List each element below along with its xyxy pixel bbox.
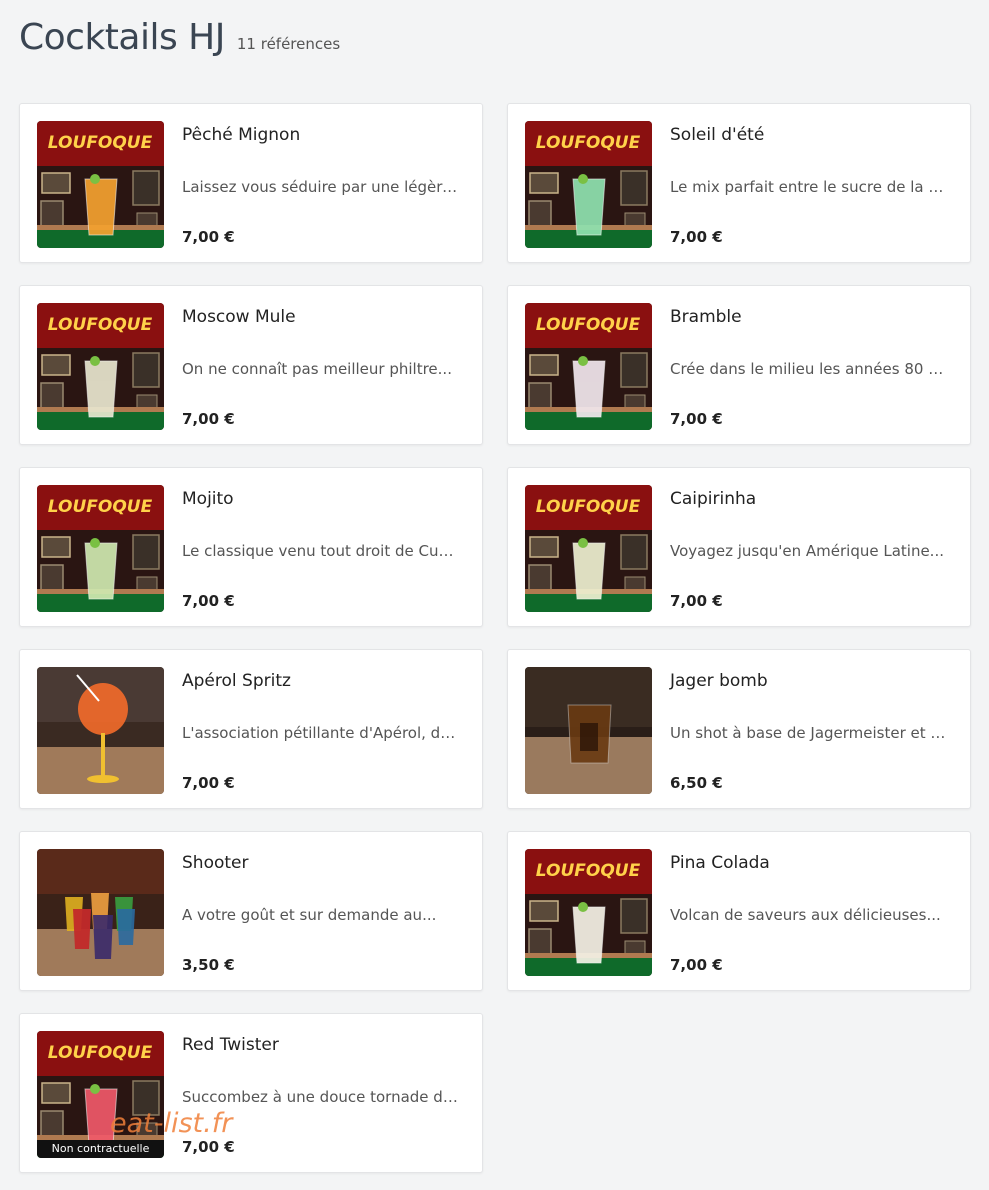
product-name: Pêché Mignon [182,125,301,145]
product-image[interactable]: LOUFOQUE [37,485,164,612]
svg-text:LOUFOQUE: LOUFOQUE [536,861,641,881]
product-card[interactable]: LOUFOQUE Caipirinha Voyagez jusqu'en Amé… [507,467,971,627]
product-name: Pina Colada [670,853,770,873]
product-card[interactable]: Apérol Spritz L'association pétillante d… [19,649,483,809]
product-price: 7,00 € [670,410,723,428]
product-description: L'association pétillante d'Apérol, de... [182,724,462,742]
product-description: Succombez à une douce tornade de... [182,1088,462,1106]
product-name: Red Twister [182,1035,279,1055]
product-name: Mojito [182,489,234,509]
product-card[interactable]: LOUFOQUE Pina Colada Volcan de saveurs a… [507,831,971,991]
product-price: 7,00 € [182,410,235,428]
product-image[interactable]: LOUFOQUE [525,485,652,612]
product-image[interactable] [37,849,164,976]
product-price: 3,50 € [182,956,235,974]
non-contractual-badge: Non contractuelle [37,1140,164,1158]
product-image[interactable]: LOUFOQUE [37,303,164,430]
product-card[interactable]: LOUFOQUE Soleil d'été Le mix parfait ent… [507,103,971,263]
product-description: Voyagez jusqu'en Amérique Latine... [670,542,944,560]
product-card[interactable]: LOUFOQUE Pêché Mignon Laissez vous sédui… [19,103,483,263]
product-name: Jager bomb [670,671,768,691]
product-price: 7,00 € [670,228,723,246]
product-image[interactable]: LOUFOQUE [525,849,652,976]
product-price: 7,00 € [182,1138,235,1156]
svg-text:LOUFOQUE: LOUFOQUE [48,315,153,335]
watermark: eat-list.fr [110,1108,233,1139]
product-card[interactable]: LOUFOQUE Mojito Le classique venu tout d… [19,467,483,627]
product-price: 7,00 € [670,956,723,974]
page-header: Cocktails HJ 11 références [19,17,340,58]
svg-text:LOUFOQUE: LOUFOQUE [48,1043,153,1063]
product-name: Moscow Mule [182,307,296,327]
product-name: Soleil d'été [670,125,765,145]
svg-text:LOUFOQUE: LOUFOQUE [536,497,641,517]
product-description: Le classique venu tout droit de Cuba, ..… [182,542,462,560]
svg-text:LOUFOQUE: LOUFOQUE [536,315,641,335]
svg-text:LOUFOQUE: LOUFOQUE [536,133,641,153]
product-image[interactable]: LOUFOQUE [37,121,164,248]
product-description: On ne connaît pas meilleur philtre... [182,360,452,378]
item-count: 11 références [236,35,341,53]
product-price: 7,00 € [182,774,235,792]
product-price: 7,00 € [182,592,235,610]
product-price: 7,00 € [670,592,723,610]
product-name: Bramble [670,307,742,327]
svg-text:LOUFOQUE: LOUFOQUE [48,133,153,153]
product-description: Un shot à base de Jagermeister et de... [670,724,950,742]
product-price: 6,50 € [670,774,723,792]
product-price: 7,00 € [182,228,235,246]
product-description: Volcan de saveurs aux délicieuses... [670,906,941,924]
product-image[interactable] [525,667,652,794]
product-name: Shooter [182,853,249,873]
product-description: Crée dans le milieu les années 80 à... [670,360,950,378]
product-description: Le mix parfait entre le sucre de la coc.… [670,178,950,196]
product-image[interactable]: LOUFOQUE [525,303,652,430]
product-card[interactable]: LOUFOQUE Bramble Crée dans le milieu les… [507,285,971,445]
product-image[interactable]: LOUFOQUE [525,121,652,248]
product-name: Apérol Spritz [182,671,291,691]
product-card[interactable]: LOUFOQUE Moscow Mule On ne connaît pas m… [19,285,483,445]
product-image[interactable] [37,667,164,794]
page-title: Cocktails HJ [19,17,225,58]
product-description: A votre goût et sur demande au... [182,906,437,924]
svg-text:LOUFOQUE: LOUFOQUE [48,497,153,517]
product-card[interactable]: Shooter A votre goût et sur demande au..… [19,831,483,991]
product-card[interactable]: Jager bomb Un shot à base de Jagermeiste… [507,649,971,809]
product-card[interactable]: LOUFOQUE Non contractuelle Red Twister S… [19,1013,483,1173]
product-description: Laissez vous séduire par une légère... [182,178,462,196]
product-name: Caipirinha [670,489,757,509]
